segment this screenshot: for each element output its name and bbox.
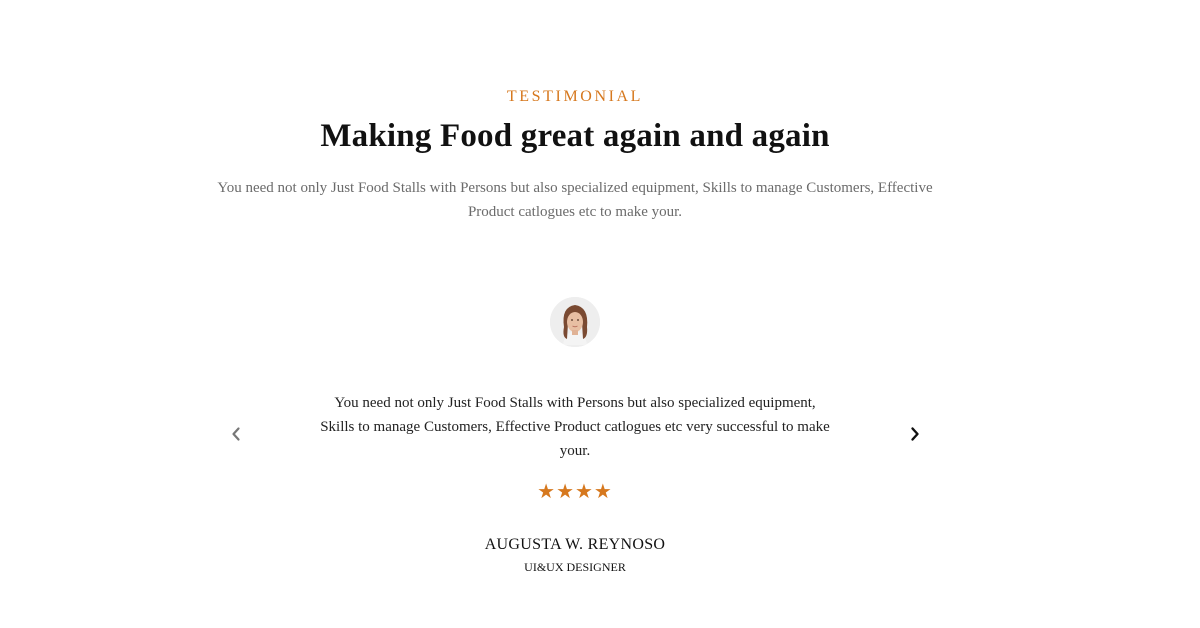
section-intro: You need not only Just Food Stalls with … [217,180,933,220]
prev-arrow-button[interactable] [225,423,247,445]
section-headline: Making Food great again and again [320,118,830,154]
star-rating: ★★★★ [537,479,613,503]
avatar [550,297,600,347]
next-arrow-button[interactable] [904,423,926,445]
avatar-portrait-icon [550,297,600,347]
eyebrow-label: TESTIMONIAL [506,88,644,105]
chevron-left-icon [232,427,240,441]
testimonial-quote: You need not only Just Food Stalls with … [320,395,830,459]
author-name: AUGUSTA W. REYNOSO [484,536,666,553]
author-role: UI&UX DESIGNER [524,560,626,574]
chevron-right-icon [911,427,919,441]
